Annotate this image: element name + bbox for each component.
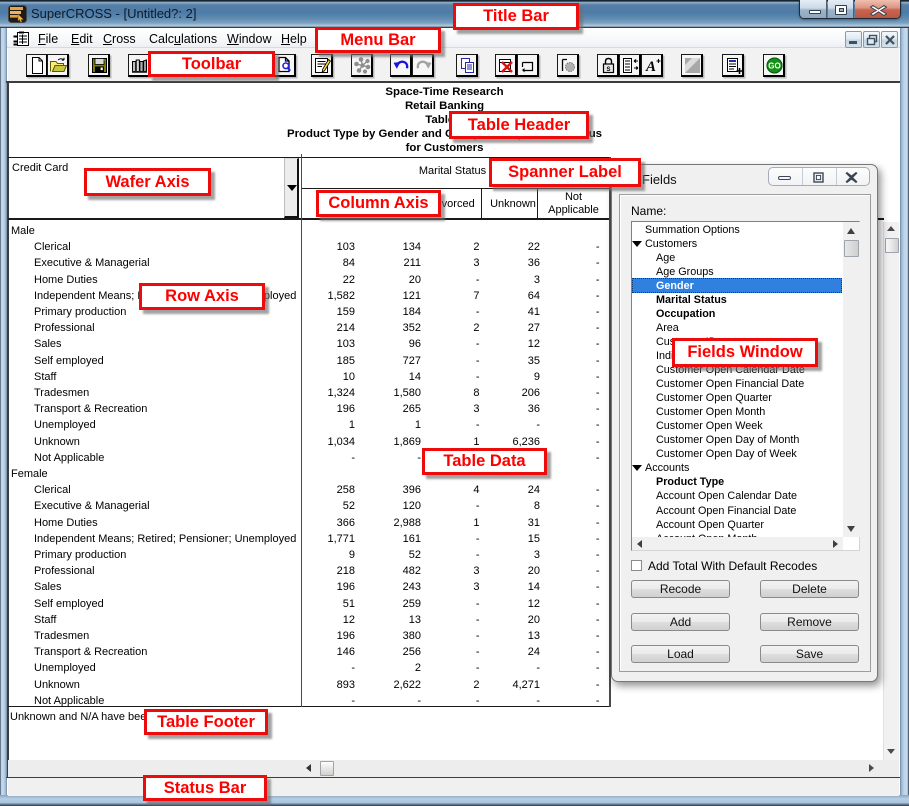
svg-text:A: A: [645, 59, 656, 75]
svg-text:S: S: [606, 67, 610, 73]
svg-text:GO: GO: [768, 62, 780, 71]
